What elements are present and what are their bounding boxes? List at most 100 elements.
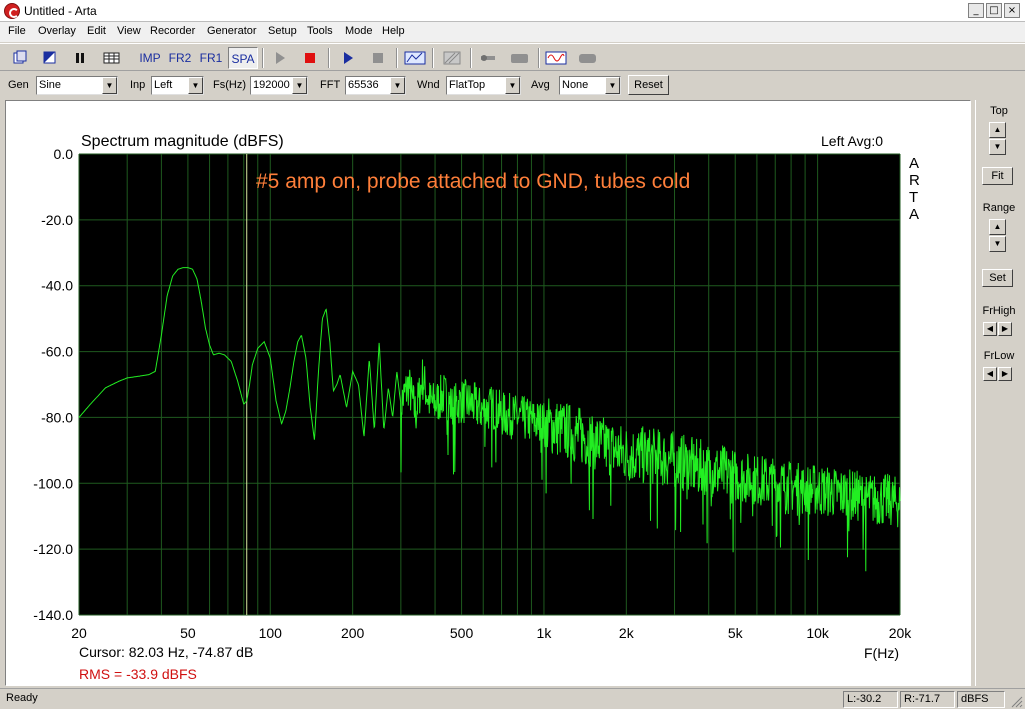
top-down-button[interactable]: ▼ — [989, 139, 1006, 155]
x-tick-label: 1k — [537, 625, 553, 641]
gen-label: Gen — [8, 79, 29, 91]
toolbar: IMP FR2 FR1 SPA — [0, 43, 1025, 71]
wnd-value: FlatTop — [449, 79, 486, 91]
y-tick-label: 0.0 — [54, 146, 74, 162]
open-icon[interactable] — [8, 47, 32, 69]
wnd-select[interactable]: FlatTop ▼ — [446, 76, 521, 95]
generator-play-icon[interactable] — [336, 47, 360, 69]
close-button[interactable]: × — [1004, 3, 1020, 18]
y-tick-label: -120.0 — [33, 541, 73, 557]
reset-button[interactable]: Reset — [628, 75, 669, 95]
toolbar-separator — [262, 48, 264, 68]
window-title: Untitled - Arta — [24, 4, 97, 18]
top-label: Top — [990, 105, 1008, 117]
frhigh-label: FrHigh — [982, 305, 1016, 317]
x-tick-label: 500 — [450, 625, 474, 641]
title-bar: Untitled - Arta _ □ × — [0, 0, 1025, 22]
gen-select[interactable]: Sine ▼ — [36, 76, 118, 95]
status-ready: Ready — [6, 692, 38, 704]
x-tick-label: 20k — [889, 625, 913, 641]
inp-value: Left — [154, 79, 173, 91]
menu-tools[interactable]: Tools — [307, 25, 333, 37]
fs-value: 192000 — [253, 79, 290, 91]
y-tick-label: -60.0 — [41, 344, 73, 360]
pause-icon[interactable] — [68, 47, 92, 69]
probe-icon[interactable] — [478, 47, 502, 69]
status-left-level: L:-30.2 — [843, 691, 898, 708]
menu-overlay[interactable]: Overlay — [38, 25, 76, 37]
status-right-level: R:-71.7 — [900, 691, 955, 708]
play-icon[interactable] — [268, 47, 292, 69]
x-tick-label: 2k — [619, 625, 635, 641]
fr2-mode-button[interactable]: FR2 — [165, 47, 195, 69]
avg-select[interactable]: None ▼ — [559, 76, 621, 95]
watermark-letter: A — [909, 155, 919, 172]
menu-help[interactable]: Help — [382, 25, 405, 37]
sine-wave-icon[interactable] — [544, 47, 568, 69]
watermark-letter: A — [909, 206, 919, 223]
right-control-panel: Top ▲ ▼ Fit Range ▲ ▼ Set FrHigh ◀ ▶ FrL… — [975, 100, 1021, 686]
toolbar-separator — [396, 48, 398, 68]
generator-stop-icon[interactable] — [366, 47, 390, 69]
menu-recorder[interactable]: Recorder — [150, 25, 195, 37]
frhigh-right-button[interactable]: ▶ — [998, 322, 1012, 336]
spectrum-chart[interactable]: Spectrum magnitude (dBFS) Left Avg:0 0.0… — [6, 101, 970, 685]
fft-select[interactable]: 65536 ▼ — [345, 76, 406, 95]
device-icon[interactable] — [508, 47, 532, 69]
menu-bar: File Overlay Edit View Recorder Generato… — [0, 22, 1025, 42]
fft-value: 65536 — [348, 79, 379, 91]
watermark-letter: T — [909, 189, 918, 206]
toolbar-separator — [538, 48, 540, 68]
range-down-button[interactable]: ▼ — [989, 236, 1006, 252]
top-up-button[interactable]: ▲ — [989, 122, 1006, 138]
fit-button[interactable]: Fit — [982, 167, 1013, 185]
menu-mode[interactable]: Mode — [345, 25, 373, 37]
y-tick-label: -140.0 — [33, 607, 73, 623]
resize-grip-icon[interactable] — [1009, 694, 1023, 708]
x-tick-label: 5k — [728, 625, 744, 641]
table-icon[interactable] — [100, 47, 124, 69]
status-bar: Ready L:-30.2 R:-71.7 dBFS — [0, 688, 1025, 709]
annotation-text: #5 amp on, probe attached to GND, tubes … — [256, 170, 690, 193]
frlow-left-button[interactable]: ◀ — [983, 367, 997, 381]
y-tick-label: -40.0 — [41, 278, 73, 294]
maximize-button[interactable]: □ — [986, 3, 1002, 18]
minimize-button[interactable]: _ — [968, 3, 984, 18]
rms-readout: RMS = -33.9 dBFS — [79, 666, 197, 682]
chevron-down-icon: ▼ — [102, 77, 117, 94]
range-up-button[interactable]: ▲ — [989, 219, 1006, 235]
frlow-right-button[interactable]: ▶ — [998, 367, 1012, 381]
calibration-icon[interactable] — [576, 47, 600, 69]
spa-mode-button[interactable]: SPA — [228, 47, 258, 69]
menu-edit[interactable]: Edit — [87, 25, 106, 37]
abc-icon[interactable] — [403, 47, 427, 69]
inp-select[interactable]: Left ▼ — [151, 76, 204, 95]
frhigh-left-button[interactable]: ◀ — [983, 322, 997, 336]
marker-icon[interactable] — [38, 47, 62, 69]
set-button[interactable]: Set — [982, 269, 1013, 287]
spectrum-plot-area[interactable]: Spectrum magnitude (dBFS) Left Avg:0 0.0… — [5, 100, 971, 686]
toolbar-separator — [432, 48, 434, 68]
frlow-label: FrLow — [983, 350, 1015, 362]
status-unit: dBFS — [957, 691, 1005, 708]
y-tick-label: -20.0 — [41, 212, 73, 228]
record-stop-icon[interactable] — [298, 47, 322, 69]
x-tick-label: 20 — [71, 625, 87, 641]
menu-view[interactable]: View — [117, 25, 141, 37]
menu-generator[interactable]: Generator — [207, 25, 257, 37]
gen-value: Sine — [39, 79, 62, 91]
range-label: Range — [982, 202, 1016, 214]
x-tick-label: 100 — [259, 625, 283, 641]
x-tick-label: 200 — [341, 625, 365, 641]
chevron-down-icon: ▼ — [188, 77, 203, 94]
chevron-down-icon: ▼ — [390, 77, 405, 94]
fs-select[interactable]: 192000 ▼ — [250, 76, 308, 95]
fr1-mode-button[interactable]: FR1 — [196, 47, 226, 69]
menu-setup[interactable]: Setup — [268, 25, 297, 37]
arta-window: Untitled - Arta _ □ × File Overlay Edit … — [0, 0, 1025, 709]
toolbar-separator — [470, 48, 472, 68]
hatch-icon[interactable] — [440, 47, 464, 69]
plot-background[interactable] — [79, 154, 900, 615]
menu-file[interactable]: File — [8, 25, 26, 37]
imp-mode-button[interactable]: IMP — [135, 47, 165, 69]
